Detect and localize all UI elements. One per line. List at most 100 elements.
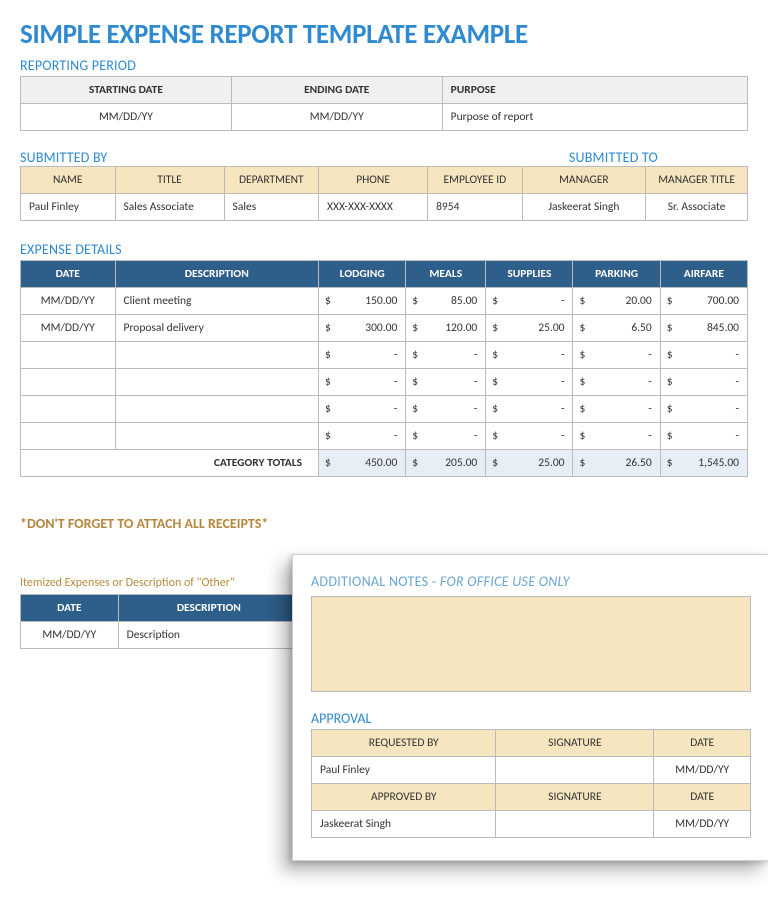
additional-notes-box: [311, 596, 751, 692]
val-title: Sales Associate: [115, 194, 224, 221]
receipts-note: *DON'T FORGET TO ATTACH ALL RECEIPTS*: [20, 515, 748, 532]
expense-supplies: $-: [486, 288, 573, 315]
expense-supplies: $25.00: [486, 315, 573, 342]
expense-description: Client meeting: [115, 288, 319, 315]
col-airfare: AIRFARE: [660, 261, 747, 288]
expense-supplies: $-: [486, 396, 573, 423]
expense-lodging: $300.00: [319, 315, 406, 342]
expense-parking: $20.00: [573, 288, 660, 315]
expense-date: [21, 342, 116, 369]
expense-airfare: $845.00: [660, 315, 747, 342]
total-lodging: $450.00: [319, 450, 406, 477]
val-employee-id: 8954: [428, 194, 523, 221]
total-airfare: $1,545.00: [660, 450, 747, 477]
submitted-to-label: SUBMITTED TO: [569, 149, 658, 166]
expense-parking: $-: [573, 423, 660, 450]
col-end-date: ENDING DATE: [231, 77, 442, 104]
expense-description: [115, 396, 319, 423]
page-title: SIMPLE EXPENSE REPORT TEMPLATE EXAMPLE: [20, 18, 748, 51]
expense-date: [21, 423, 116, 450]
col-meals: MEALS: [406, 261, 486, 288]
val-requested-by: Paul Finley: [312, 757, 496, 784]
expense-airfare: $700.00: [660, 288, 747, 315]
expense-parking: $-: [573, 342, 660, 369]
expense-description: Proposal delivery: [115, 315, 319, 342]
additional-notes-heading: ADDITIONAL NOTES - FOR OFFICE USE ONLY: [311, 573, 751, 590]
expense-meals: $-: [406, 396, 486, 423]
expense-date: [21, 396, 116, 423]
expense-lodging: $-: [319, 423, 406, 450]
expense-table: DATE DESCRIPTION LODGING MEALS SUPPLIES …: [20, 260, 748, 477]
expense-parking: $-: [573, 396, 660, 423]
expense-lodging: $150.00: [319, 288, 406, 315]
expense-meals: $-: [406, 342, 486, 369]
expense-date: [21, 369, 116, 396]
expense-airfare: $-: [660, 423, 747, 450]
col-name: NAME: [21, 167, 116, 194]
col-phone: PHONE: [319, 167, 428, 194]
expense-parking: $-: [573, 369, 660, 396]
col-supplies: SUPPLIES: [486, 261, 573, 288]
val-name: Paul Finley: [21, 194, 116, 221]
val-end-date: MM/DD/YY: [231, 104, 442, 131]
expense-lodging: $-: [319, 342, 406, 369]
col-manager: MANAGER: [522, 167, 646, 194]
col-itemized-date: DATE: [21, 595, 119, 622]
total-supplies: $25.00: [486, 450, 573, 477]
col-title: TITLE: [115, 167, 224, 194]
total-meals: $205.00: [406, 450, 486, 477]
expense-date: MM/DD/YY: [21, 288, 116, 315]
val-itemized-date: MM/DD/YY: [21, 622, 119, 649]
category-totals-label: CATEGORY TOTALS: [21, 450, 319, 477]
expense-meals: $120.00: [406, 315, 486, 342]
col-date: DATE: [21, 261, 116, 288]
submitted-by-label: SUBMITTED BY: [20, 149, 107, 166]
expense-details-label: EXPENSE DETAILS: [20, 241, 748, 258]
expense-description: [115, 342, 319, 369]
expense-lodging: $-: [319, 396, 406, 423]
expense-description: [115, 369, 319, 396]
itemized-table: DATE DESCRIPTION MM/DD/YY Description: [20, 594, 300, 649]
col-requested-by: REQUESTED BY: [312, 730, 496, 757]
col-department: DEPARTMENT: [224, 167, 319, 194]
col-employee-id: EMPLOYEE ID: [428, 167, 523, 194]
col-manager-title: MANAGER TITLE: [646, 167, 748, 194]
val-start-date: MM/DD/YY: [21, 104, 232, 131]
expense-parking: $6.50: [573, 315, 660, 342]
val-manager: Jaskeerat Singh: [522, 194, 646, 221]
expense-airfare: $-: [660, 342, 747, 369]
expense-supplies: $-: [486, 342, 573, 369]
col-date-2: DATE: [654, 784, 751, 811]
col-parking: PARKING: [573, 261, 660, 288]
val-department: Sales: [224, 194, 319, 221]
val-phone: XXX-XXX-XXXX: [319, 194, 428, 221]
val-date-2: MM/DD/YY: [654, 811, 751, 838]
val-purpose: Purpose of report: [442, 104, 747, 131]
val-manager-title: Sr. Associate: [646, 194, 748, 221]
val-itemized-description: Description: [118, 622, 299, 649]
expense-meals: $-: [406, 423, 486, 450]
itemized-note: Itemized Expenses or Description of "Oth…: [20, 576, 300, 590]
col-date-1: DATE: [654, 730, 751, 757]
approval-label: APPROVAL: [311, 710, 751, 727]
expense-description: [115, 423, 319, 450]
total-parking: $26.50: [573, 450, 660, 477]
col-start-date: STARTING DATE: [21, 77, 232, 104]
col-approved-by: APPROVED BY: [312, 784, 496, 811]
val-signature-2: [496, 811, 654, 838]
approval-panel: ADDITIONAL NOTES - FOR OFFICE USE ONLY A…: [292, 554, 768, 861]
expense-airfare: $-: [660, 396, 747, 423]
expense-date: MM/DD/YY: [21, 315, 116, 342]
approval-table: REQUESTED BY SIGNATURE DATE Paul Finley …: [311, 729, 751, 838]
val-approved-by: Jaskeerat Singh: [312, 811, 496, 838]
expense-meals: $-: [406, 369, 486, 396]
reporting-period-label: REPORTING PERIOD: [20, 57, 748, 74]
expense-airfare: $-: [660, 369, 747, 396]
expense-meals: $85.00: [406, 288, 486, 315]
expense-supplies: $-: [486, 369, 573, 396]
col-signature-2: SIGNATURE: [496, 784, 654, 811]
col-description: DESCRIPTION: [115, 261, 319, 288]
val-signature-1: [496, 757, 654, 784]
submitted-table: NAME TITLE DEPARTMENT PHONE EMPLOYEE ID …: [20, 166, 748, 221]
col-signature-1: SIGNATURE: [496, 730, 654, 757]
